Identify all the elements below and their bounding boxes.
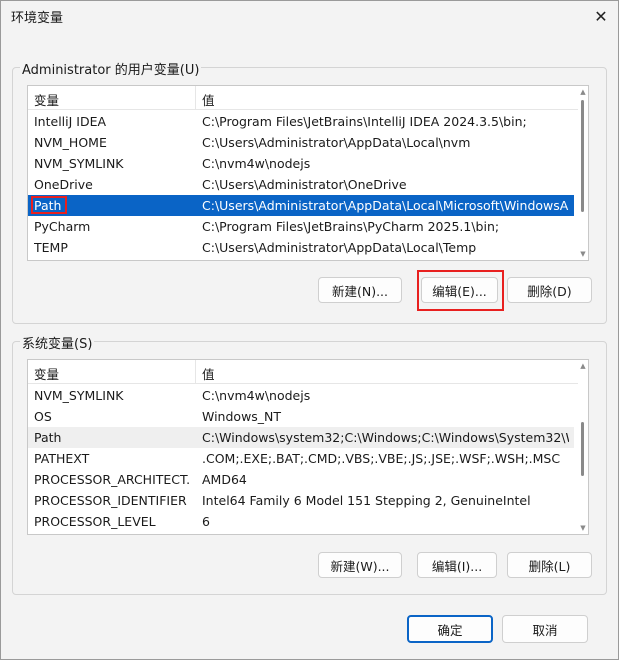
- var-name: Path: [34, 198, 62, 213]
- environment-variables-dialog: 环境变量 ✕ Administrator 的用户变量(U) 变量 值 Intel…: [0, 0, 619, 660]
- scrollbar-thumb[interactable]: [581, 100, 584, 212]
- user-var-row[interactable]: OneDrive C:\Users\Administrator\OneDrive: [28, 174, 574, 195]
- var-value: C:\Windows\system32;C:\Windows;C:\Window…: [202, 430, 569, 445]
- system-edit-button[interactable]: 编辑(I)...: [417, 552, 497, 578]
- ok-button[interactable]: 确定: [407, 615, 493, 643]
- user-list-header: 变量 值: [28, 86, 588, 110]
- var-value: C:\Program Files\JetBrains\PyCharm 2025.…: [202, 219, 500, 234]
- user-var-row[interactable]: TEMP C:\Users\Administrator\AppData\Loca…: [28, 237, 574, 258]
- var-name: PyCharm: [34, 219, 91, 234]
- var-name: OneDrive: [34, 177, 93, 192]
- scroll-down-arrow-icon[interactable]: ▼: [579, 524, 587, 532]
- system-var-row[interactable]: NVM_SYMLINK C:\nvm4w\nodejs: [28, 385, 574, 406]
- title-bar: 环境变量 ✕: [1, 1, 618, 31]
- column-header-value[interactable]: 值: [202, 90, 215, 109]
- var-name: PATHEXT: [34, 451, 90, 466]
- user-new-button[interactable]: 新建(N)...: [318, 277, 402, 303]
- system-var-row-hovered[interactable]: Path C:\Windows\system32;C:\Windows;C:\W…: [28, 427, 574, 448]
- var-name: TEMP: [34, 240, 68, 255]
- close-icon: ✕: [594, 6, 608, 26]
- system-list-scrollbar[interactable]: ▲ ▼: [578, 360, 588, 534]
- var-name: Path: [34, 430, 62, 445]
- var-name: NVM_HOME: [34, 135, 107, 150]
- system-var-row[interactable]: PROCESSOR_ARCHITECT... AMD64: [28, 469, 574, 490]
- var-value: C:\nvm4w\nodejs: [202, 156, 311, 171]
- var-value: C:\nvm4w\nodejs: [202, 388, 311, 403]
- user-variables-list[interactable]: 变量 值 IntelliJ IDEA C:\Program Files\JetB…: [27, 85, 589, 261]
- column-header-variable[interactable]: 变量: [34, 364, 59, 383]
- close-button[interactable]: ✕: [588, 3, 614, 29]
- system-var-row[interactable]: PROCESSOR_IDENTIFIER Intel64 Family 6 Mo…: [28, 490, 574, 511]
- system-var-row[interactable]: PATHEXT .COM;.EXE;.BAT;.CMD;.VBS;.VBE;.J…: [28, 448, 574, 469]
- var-name: OS: [34, 409, 52, 424]
- system-variables-list[interactable]: 变量 值 NVM_SYMLINK C:\nvm4w\nodejs OS Wind…: [27, 359, 589, 535]
- system-new-button[interactable]: 新建(W)...: [318, 552, 402, 578]
- column-header-variable[interactable]: 变量: [34, 90, 59, 109]
- scrollbar-thumb[interactable]: [581, 422, 584, 476]
- user-var-row[interactable]: IntelliJ IDEA C:\Program Files\JetBrains…: [28, 111, 574, 132]
- user-var-row-selected[interactable]: Path C:\Users\Administrator\AppData\Loca…: [28, 195, 574, 216]
- user-var-row[interactable]: NVM_HOME C:\Users\Administrator\AppData\…: [28, 132, 574, 153]
- var-name: PROCESSOR_ARCHITECT...: [34, 472, 189, 487]
- var-name: PROCESSOR_LEVEL: [34, 514, 156, 529]
- window-title: 环境变量: [11, 11, 64, 26]
- scroll-up-arrow-icon[interactable]: ▲: [579, 88, 587, 96]
- user-var-row[interactable]: PyCharm C:\Program Files\JetBrains\PyCha…: [28, 216, 574, 237]
- var-name: PROCESSOR_IDENTIFIER: [34, 493, 187, 508]
- system-var-row[interactable]: PROCESSOR_LEVEL 6: [28, 511, 574, 532]
- var-value: C:\Users\Administrator\AppData\Local\nvm: [202, 135, 471, 150]
- var-name: IntelliJ IDEA: [34, 114, 107, 129]
- var-value: AMD64: [202, 472, 247, 487]
- system-delete-button[interactable]: 删除(L): [507, 552, 592, 578]
- scroll-down-arrow-icon[interactable]: ▼: [579, 250, 587, 258]
- user-list-scrollbar[interactable]: ▲ ▼: [578, 86, 588, 260]
- user-variables-label: Administrator 的用户变量(U): [20, 59, 202, 78]
- var-value: Windows_NT: [202, 409, 282, 424]
- var-value: C:\Program Files\JetBrains\IntelliJ IDEA…: [202, 114, 527, 129]
- user-var-row[interactable]: NVM_SYMLINK C:\nvm4w\nodejs: [28, 153, 574, 174]
- column-separator[interactable]: [195, 86, 196, 109]
- user-delete-button[interactable]: 删除(D): [507, 277, 592, 303]
- system-var-row[interactable]: OS Windows_NT: [28, 406, 574, 427]
- system-list-header: 变量 值: [28, 360, 588, 384]
- var-value: C:\Users\Administrator\AppData\Local\Tem…: [202, 240, 477, 255]
- system-variables-label: 系统变量(S): [20, 333, 95, 352]
- var-name: NVM_SYMLINK: [34, 388, 124, 403]
- scroll-up-arrow-icon[interactable]: ▲: [579, 362, 587, 370]
- var-value: Intel64 Family 6 Model 151 Stepping 2, G…: [202, 493, 531, 508]
- var-value: C:\Users\Administrator\OneDrive: [202, 177, 407, 192]
- var-value: 6: [202, 514, 210, 529]
- edit-button-highlight-annotation: [417, 270, 504, 311]
- column-separator[interactable]: [195, 360, 196, 383]
- var-value: .COM;.EXE;.BAT;.CMD;.VBS;.VBE;.JS;.JSE;.…: [202, 451, 561, 466]
- var-value: C:\Users\Administrator\AppData\Local\Mic…: [202, 198, 569, 213]
- column-header-value[interactable]: 值: [202, 364, 215, 383]
- cancel-button[interactable]: 取消: [502, 615, 588, 643]
- var-name: NVM_SYMLINK: [34, 156, 124, 171]
